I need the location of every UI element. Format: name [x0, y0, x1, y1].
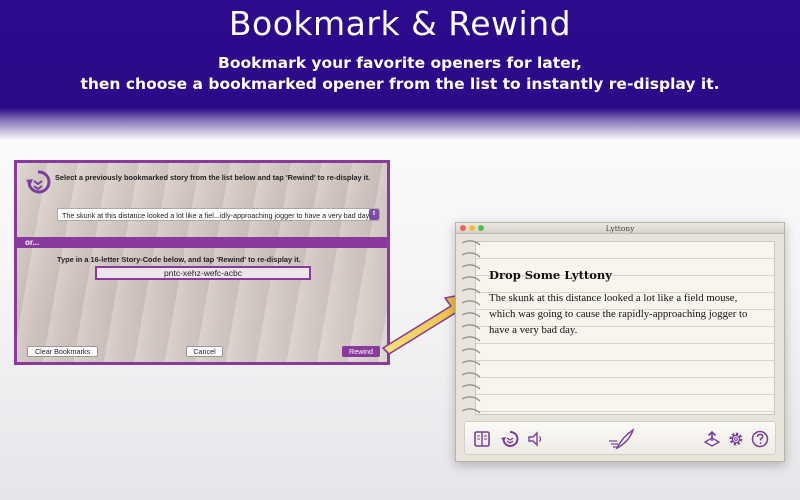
or-divider: or...	[17, 237, 387, 248]
banner-subtitle-line2: then choose a bookmarked opener from the…	[80, 75, 720, 93]
bookmark-icon[interactable]	[473, 430, 491, 448]
window-titlebar: Lyttony	[456, 223, 784, 234]
bookmark-select-value: The skunk at this distance looked a lot …	[62, 211, 371, 220]
bottom-toolbar	[464, 421, 776, 455]
rewind-icon	[26, 170, 51, 194]
header-banner: Bookmark & Rewind Bookmark your favorite…	[0, 0, 800, 140]
spiral-binding-icon	[461, 240, 481, 414]
select-instruction: Select a previously bookmarked story fro…	[55, 173, 371, 182]
quill-icon[interactable]	[609, 428, 635, 450]
gear-icon[interactable]	[727, 430, 745, 448]
chevron-updown-icon[interactable]: ⇕	[369, 209, 379, 220]
code-instruction: Type in a 16-letter Story-Code below, an…	[57, 255, 301, 264]
help-icon[interactable]	[751, 430, 769, 448]
bookmark-select[interactable]: The skunk at this distance looked a lot …	[57, 208, 380, 221]
poem-body: The skunk at this distance looked a lot …	[489, 292, 748, 336]
lyttony-window: Lyttony Drop Some Lyttony The skunk at t…	[455, 222, 785, 462]
banner-subtitle-line1: Bookmark your favorite openers for later…	[218, 54, 582, 72]
poem-title: Drop Some Lyttony	[489, 268, 612, 282]
share-icon[interactable]	[703, 430, 721, 448]
story-code-input[interactable]: pntc-xehz-wefc-acbc	[95, 266, 311, 280]
rewind-dialog: Select a previously bookmarked story fro…	[14, 160, 390, 365]
clear-bookmarks-button[interactable]: Clear Bookmarks	[27, 346, 98, 357]
rewind-icon[interactable]	[501, 430, 519, 448]
cancel-button[interactable]: Cancel	[186, 346, 223, 357]
banner-title: Bookmark & Rewind	[228, 4, 572, 43]
window-title: Lyttony	[605, 224, 635, 233]
speaker-icon[interactable]	[527, 430, 545, 448]
